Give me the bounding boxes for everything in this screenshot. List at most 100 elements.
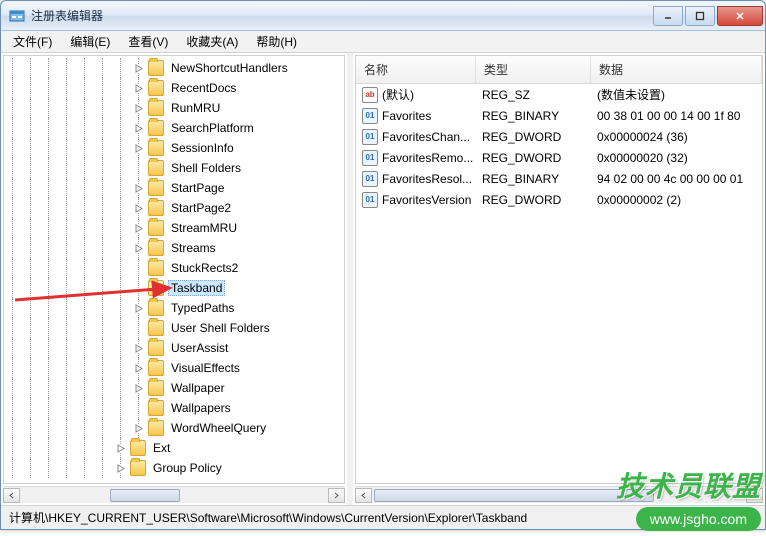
tree-node[interactable]: Ext (4, 438, 344, 458)
tree-node[interactable]: Wallpaper (4, 378, 344, 398)
expander-icon[interactable] (130, 158, 148, 178)
folder-icon (148, 180, 164, 196)
tree-node[interactable]: Wallpapers (4, 398, 344, 418)
tree-node-label: Taskband (168, 280, 225, 296)
list-row[interactable]: FavoritesVersionREG_DWORD0x00000002 (2) (356, 189, 762, 210)
expander-icon[interactable] (130, 78, 148, 98)
tree-node-label: Streams (168, 240, 219, 256)
expander-icon[interactable] (130, 418, 148, 438)
tree-node[interactable]: SearchPlatform (4, 118, 344, 138)
tree-node[interactable]: NewShortcutHandlers (4, 58, 344, 78)
menu-edit[interactable]: 编辑(E) (62, 31, 118, 52)
tree-node[interactable]: StartPage (4, 178, 344, 198)
tree-node[interactable]: WordWheelQuery (4, 418, 344, 438)
maximize-button[interactable] (685, 6, 715, 26)
expander-icon[interactable] (130, 218, 148, 238)
folder-icon (148, 260, 164, 276)
expander-icon[interactable] (130, 118, 148, 138)
tree-node-label: StuckRects2 (168, 260, 241, 276)
col-header-data[interactable]: 数据 (591, 56, 762, 83)
statusbar-path: 计算机\HKEY_CURRENT_USER\Software\Microsoft… (9, 509, 527, 526)
value-type: REG_DWORD (476, 193, 591, 207)
titlebar[interactable]: 注册表编辑器 (1, 1, 765, 31)
menu-file[interactable]: 文件(F) (5, 31, 60, 52)
tree-node[interactable]: RecentDocs (4, 78, 344, 98)
tree-node[interactable]: Taskband (4, 278, 344, 298)
list-row[interactable]: FavoritesREG_BINARY00 38 01 00 00 14 00 … (356, 105, 762, 126)
tree-node[interactable]: RunMRU (4, 98, 344, 118)
values-listview[interactable]: 名称 类型 数据 (默认)REG_SZ(数值未设置)FavoritesREG_B… (355, 55, 763, 484)
binary-value-icon (362, 171, 378, 187)
scroll-thumb[interactable] (374, 489, 654, 502)
tree-node-label: Shell Folders (168, 160, 244, 176)
expander-icon[interactable] (130, 278, 148, 298)
folder-icon (148, 120, 164, 136)
list-row[interactable]: FavoritesResol...REG_BINARY94 02 00 00 4… (356, 168, 762, 189)
col-header-type[interactable]: 类型 (476, 56, 591, 83)
menu-view[interactable]: 查看(V) (120, 31, 176, 52)
values-pane: 名称 类型 数据 (默认)REG_SZ(数值未设置)FavoritesREG_B… (353, 53, 765, 505)
expander-icon[interactable] (130, 58, 148, 78)
tree-node[interactable]: Shell Folders (4, 158, 344, 178)
value-name: Favorites (382, 109, 431, 123)
tree-node[interactable]: VisualEffects (4, 358, 344, 378)
expander-icon[interactable] (112, 458, 130, 478)
menu-help[interactable]: 帮助(H) (248, 31, 305, 52)
tree-node[interactable]: UserAssist (4, 338, 344, 358)
list-row[interactable]: FavoritesRemo...REG_DWORD0x00000020 (32) (356, 147, 762, 168)
minimize-button[interactable] (653, 6, 683, 26)
scroll-thumb[interactable] (110, 489, 180, 502)
tree-node[interactable]: User Shell Folders (4, 318, 344, 338)
workspace: NewShortcutHandlers RecentDocs RunMRU Searc… (1, 53, 765, 505)
expander-icon[interactable] (130, 298, 148, 318)
tree-node[interactable]: StartPage2 (4, 198, 344, 218)
value-name: FavoritesVersion (382, 193, 471, 207)
list-row[interactable]: FavoritesChan...REG_DWORD0x00000024 (36) (356, 126, 762, 147)
value-data: 0x00000020 (32) (591, 151, 762, 165)
tree-node[interactable]: SessionInfo (4, 138, 344, 158)
value-type: REG_SZ (476, 88, 591, 102)
expander-icon[interactable] (130, 358, 148, 378)
value-data: 94 02 00 00 4c 00 00 00 01 (591, 172, 762, 186)
tree-node[interactable]: Streams (4, 238, 344, 258)
expander-icon[interactable] (130, 378, 148, 398)
tree-node-label: NewShortcutHandlers (168, 60, 291, 76)
tree-node-label: Wallpaper (168, 380, 228, 396)
expander-icon[interactable] (130, 318, 148, 338)
expander-icon[interactable] (130, 178, 148, 198)
tree-node[interactable]: StuckRects2 (4, 258, 344, 278)
tree-node-label: RecentDocs (168, 80, 239, 96)
values-hscrollbar[interactable] (355, 486, 763, 503)
folder-icon (148, 340, 164, 356)
scroll-left-button[interactable] (3, 488, 20, 503)
expander-icon[interactable] (130, 258, 148, 278)
folder-icon (130, 460, 146, 476)
expander-icon[interactable] (130, 138, 148, 158)
binary-value-icon (362, 192, 378, 208)
scroll-right-button[interactable] (746, 488, 763, 503)
tree-node-label: TypedPaths (168, 300, 237, 316)
tree-node[interactable]: StreamMRU (4, 218, 344, 238)
registry-tree[interactable]: NewShortcutHandlers RecentDocs RunMRU Searc… (3, 55, 345, 484)
menu-favorites[interactable]: 收藏夹(A) (178, 31, 246, 52)
expander-icon[interactable] (130, 98, 148, 118)
folder-icon (148, 100, 164, 116)
value-name: FavoritesRemo... (382, 151, 473, 165)
folder-icon (148, 300, 164, 316)
expander-icon[interactable] (112, 438, 130, 458)
tree-node[interactable]: TypedPaths (4, 298, 344, 318)
tree-node[interactable]: Group Policy (4, 458, 344, 478)
tree-node-label: SearchPlatform (168, 120, 257, 136)
expander-icon[interactable] (130, 198, 148, 218)
folder-icon (148, 400, 164, 416)
scroll-right-button[interactable] (328, 488, 345, 503)
scroll-left-button[interactable] (355, 488, 372, 503)
close-button[interactable] (717, 6, 763, 26)
list-row[interactable]: (默认)REG_SZ(数值未设置) (356, 84, 762, 105)
col-header-name[interactable]: 名称 (356, 56, 476, 83)
expander-icon[interactable] (130, 238, 148, 258)
tree-hscrollbar[interactable] (3, 486, 345, 503)
expander-icon[interactable] (130, 398, 148, 418)
expander-icon[interactable] (130, 338, 148, 358)
folder-icon (148, 80, 164, 96)
